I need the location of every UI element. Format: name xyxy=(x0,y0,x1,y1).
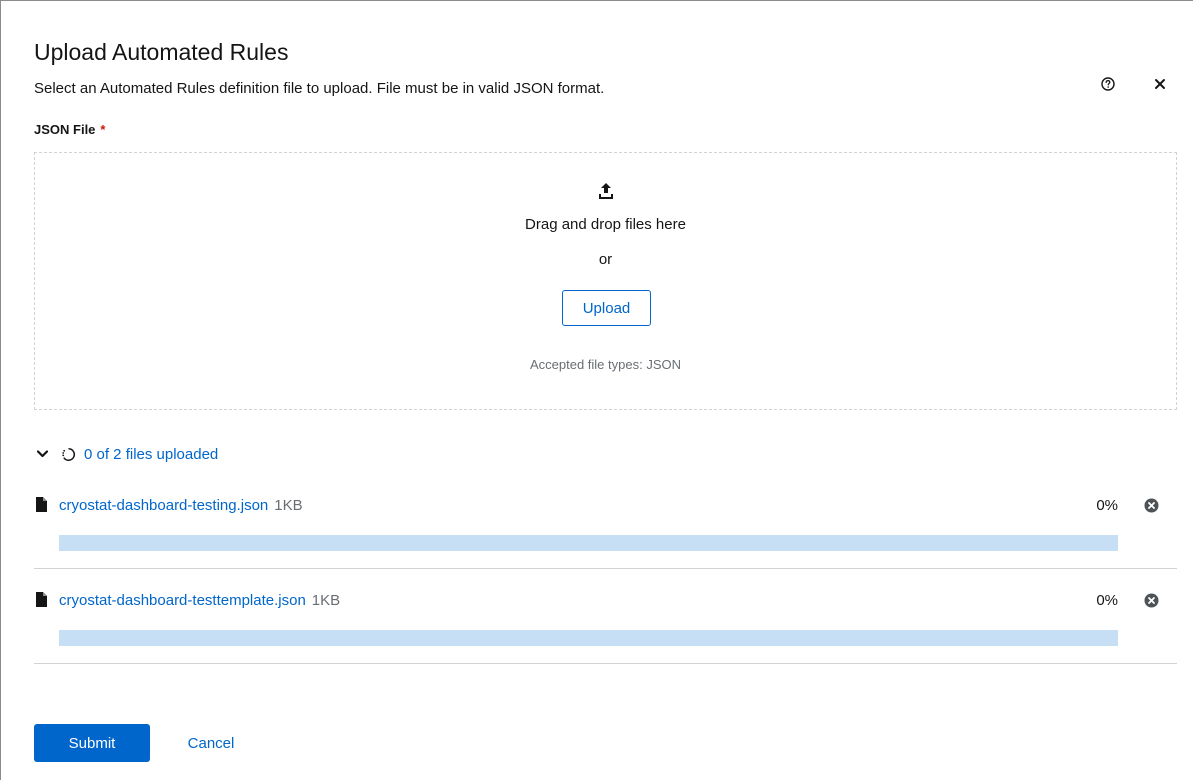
file-dropzone[interactable]: Drag and drop files here or Upload Accep… xyxy=(34,152,1177,410)
remove-file-button[interactable] xyxy=(1143,592,1159,608)
cancel-button[interactable]: Cancel xyxy=(171,724,251,762)
file-progress-percent: 0% xyxy=(1096,497,1118,514)
json-file-label: JSON File * xyxy=(34,122,105,137)
file-name-text: cryostat-dashboard-testtemplate.json xyxy=(59,592,306,609)
close-button[interactable] xyxy=(1152,76,1168,92)
file-icon xyxy=(36,497,47,512)
file-name-link[interactable]: cryostat-dashboard-testtemplate.json 1KB xyxy=(59,592,340,609)
in-progress-icon xyxy=(62,447,75,461)
help-button[interactable] xyxy=(1100,76,1116,92)
file-name-text: cryostat-dashboard-testing.json xyxy=(59,497,269,514)
close-icon xyxy=(1155,79,1165,89)
times-circle-icon xyxy=(1144,498,1158,512)
status-text[interactable]: 0 of 2 files uploaded xyxy=(84,446,218,463)
status-spinner xyxy=(61,447,76,462)
chevron-down-icon xyxy=(36,450,48,458)
file-progress-bar xyxy=(59,535,1118,551)
json-file-label-text: JSON File xyxy=(34,122,96,137)
remove-file-button[interactable] xyxy=(1143,497,1159,513)
file-size: 1KB xyxy=(274,497,303,514)
submit-button[interactable]: Submit xyxy=(34,724,150,762)
file-size: 1KB xyxy=(311,592,341,609)
accepted-file-types: Accepted file types: JSON xyxy=(529,357,681,372)
modal-description: Select an Automated Rules definition fil… xyxy=(34,80,605,97)
required-marker: * xyxy=(100,122,106,137)
file-progress-percent: 0% xyxy=(1096,592,1118,609)
file-row: cryostat-dashboard-testing.json 1KB 0% xyxy=(34,474,1177,569)
times-circle-icon xyxy=(1144,593,1158,607)
modal-title: Upload Automated Rules xyxy=(34,39,289,65)
upload-button[interactable]: Upload xyxy=(562,290,651,326)
modal-dialog: Upload Automated Rules Select an Automat… xyxy=(0,0,1193,780)
status-toggle[interactable] xyxy=(36,448,48,460)
dropzone-title: Drag and drop files here xyxy=(525,216,686,233)
file-icon xyxy=(36,592,47,607)
help-circle-icon xyxy=(1101,77,1115,91)
file-name-link[interactable]: cryostat-dashboard-testing.json 1KB xyxy=(59,497,303,514)
file-progress-bar xyxy=(59,630,1118,646)
upload-icon xyxy=(599,183,613,199)
dropzone-separator: or xyxy=(598,251,613,268)
file-row: cryostat-dashboard-testtemplate.json 1KB … xyxy=(34,569,1177,664)
upload-status: 0 of 2 files uploaded xyxy=(36,444,218,464)
